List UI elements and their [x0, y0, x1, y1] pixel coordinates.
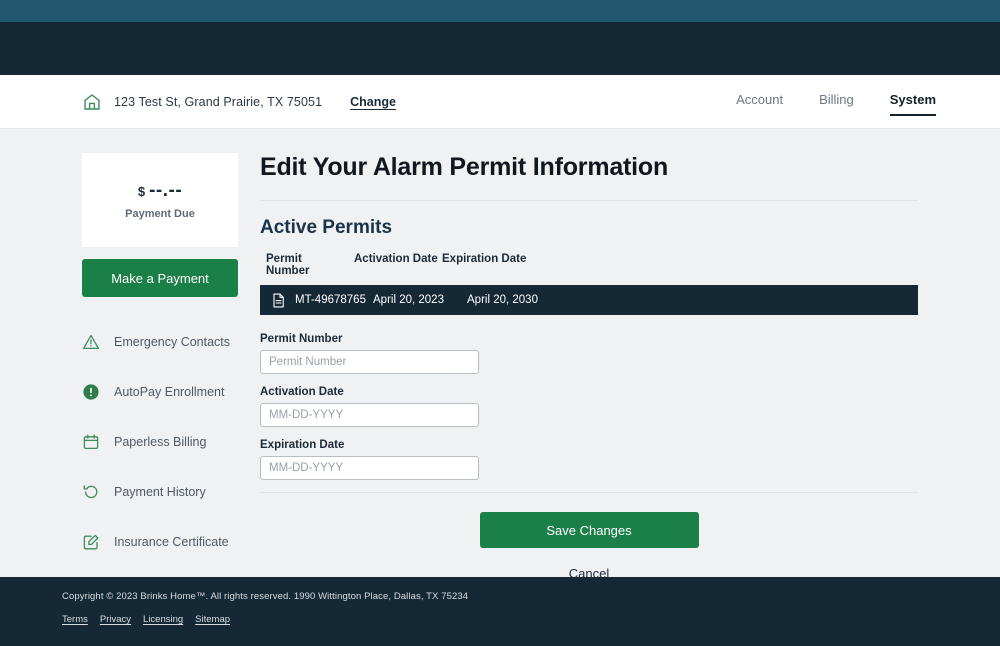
- field-activation-date: Activation Date: [260, 386, 918, 427]
- payment-amount-group: $ --.--: [138, 181, 182, 200]
- top-accent-bar: [0, 0, 1000, 22]
- sidebar-item-label: Payment History: [114, 485, 206, 499]
- sidebar-item-label: Insurance Certificate: [114, 535, 229, 549]
- app-page: 123 Test St, Grand Prairie, TX 75051 Cha…: [0, 0, 1000, 646]
- warning-triangle-icon: [82, 333, 100, 351]
- document-icon: [272, 293, 285, 308]
- primary-nav: Account Billing System: [736, 92, 937, 116]
- footer-link-licensing[interactable]: Licensing: [143, 614, 183, 625]
- nav-item-system[interactable]: System: [889, 92, 937, 116]
- page-title: Edit Your Alarm Permit Information: [260, 153, 669, 181]
- alert-circle-icon: [82, 383, 100, 401]
- cell-permit-number: MT-49678765: [295, 294, 366, 306]
- sidebar: $ --.-- Payment Due Make a Payment Emerg…: [0, 129, 250, 577]
- cancel-link[interactable]: Cancel: [569, 566, 609, 577]
- payment-due-label: Payment Due: [125, 207, 195, 220]
- column-header-permit-number: Permit Number: [266, 253, 310, 277]
- title-divider: [260, 200, 918, 201]
- save-changes-button[interactable]: Save Changes: [479, 512, 699, 548]
- change-address-link[interactable]: Change: [350, 95, 396, 109]
- footer-links: Terms Privacy Licensing Sitemap: [62, 614, 1000, 625]
- expiration-date-input[interactable]: [260, 456, 479, 480]
- edit-document-icon: [82, 533, 100, 551]
- history-icon: [82, 483, 100, 501]
- activation-date-input[interactable]: [260, 403, 479, 427]
- nav-item-billing[interactable]: Billing: [819, 92, 854, 111]
- sidebar-item-paperless-billing[interactable]: Paperless Billing: [82, 417, 250, 467]
- field-permit-number: Permit Number: [260, 333, 918, 374]
- column-header-activation-date: Activation Date: [354, 253, 438, 265]
- sidebar-menu: Emergency Contacts AutoPay Enrollment Pa…: [82, 317, 250, 567]
- sidebar-item-payment-history[interactable]: Payment History: [82, 467, 250, 517]
- permit-form: Permit Number Activation Date Expiration…: [260, 315, 918, 493]
- form-actions: Save Changes Cancel: [260, 493, 918, 577]
- sidebar-item-insurance-certificate[interactable]: Insurance Certificate: [82, 517, 250, 567]
- top-navy-bar: [0, 22, 1000, 75]
- field-expiration-date: Expiration Date: [260, 439, 918, 480]
- currency-symbol: $: [137, 183, 146, 199]
- sidebar-item-label: AutoPay Enrollment: [114, 385, 225, 399]
- copyright-text: Copyright © 2023 Brinks Home™. All right…: [62, 591, 469, 602]
- main-panel: Edit Your Alarm Permit Information Activ…: [250, 129, 1000, 577]
- permit-number-input[interactable]: [260, 350, 479, 374]
- payment-amount: --.--: [149, 179, 183, 201]
- sidebar-item-label: Emergency Contacts: [114, 335, 231, 349]
- table-row[interactable]: MT-49678765 April 20, 2023 April 20, 203…: [260, 285, 918, 315]
- label-permit-number: Permit Number: [260, 333, 343, 345]
- sidebar-item-autopay-enrollment[interactable]: AutoPay Enrollment: [82, 367, 250, 417]
- make-a-payment-button[interactable]: Make a Payment: [82, 259, 238, 297]
- label-activation-date: Activation Date: [260, 386, 344, 398]
- footer-link-privacy[interactable]: Privacy: [100, 614, 131, 625]
- home-icon: [82, 92, 102, 112]
- cell-activation-date: April 20, 2023: [373, 294, 444, 306]
- footer-link-terms[interactable]: Terms: [62, 614, 88, 625]
- section-title-active-permits: Active Permits: [260, 217, 393, 238]
- sidebar-item-emergency-contacts[interactable]: Emergency Contacts: [82, 317, 250, 367]
- active-permits-table: Permit Number Activation Date Expiration…: [260, 253, 918, 315]
- footer-link-sitemap[interactable]: Sitemap: [195, 614, 230, 625]
- column-header-expiration-date: Expiration Date: [442, 253, 527, 265]
- site-footer: Copyright © 2023 Brinks Home™. All right…: [0, 577, 1000, 646]
- nav-item-account[interactable]: Account: [736, 92, 783, 111]
- calendar-icon: [82, 433, 100, 451]
- content-area: $ --.-- Payment Due Make a Payment Emerg…: [0, 129, 1000, 577]
- site-header: 123 Test St, Grand Prairie, TX 75051 Cha…: [0, 75, 1000, 129]
- label-expiration-date: Expiration Date: [260, 439, 345, 451]
- sidebar-item-label: Paperless Billing: [114, 435, 207, 449]
- header-address-group: 123 Test St, Grand Prairie, TX 75051 Cha…: [82, 92, 396, 112]
- service-address: 123 Test St, Grand Prairie, TX 75051: [114, 94, 323, 109]
- cell-expiration-date: April 20, 2030: [467, 294, 538, 306]
- payment-due-card: $ --.-- Payment Due: [82, 153, 238, 247]
- table-header-row: Permit Number Activation Date Expiration…: [260, 253, 918, 285]
